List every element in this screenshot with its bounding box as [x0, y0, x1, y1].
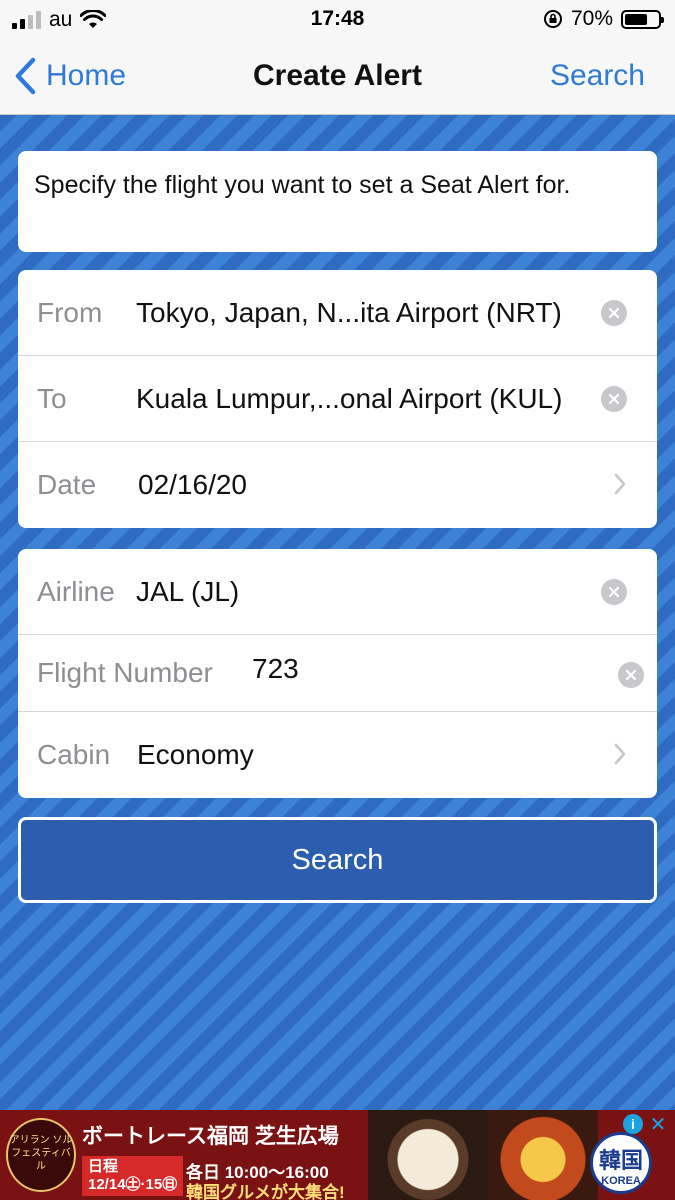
clear-from-button[interactable] [601, 299, 627, 326]
ad-korea-badge: 韓国 KOREA [590, 1132, 652, 1194]
flight-number-label: Flight Number [37, 657, 213, 688]
ad-tagline: 韓国グルメが大集合! [186, 1183, 345, 1200]
cabin-label: Cabin [37, 739, 111, 770]
cabin-row[interactable]: Cabin Economy [18, 712, 657, 798]
chevron-right-icon[interactable] [613, 472, 627, 496]
clear-icon [608, 393, 620, 404]
ad-date-tag: 日程 12/14㊏·15㊐ [82, 1156, 184, 1196]
chevron-left-icon [15, 57, 36, 95]
ad-badge-main: 韓国 [598, 1148, 643, 1173]
status-bar: au 17:48 70% [0, 0, 675, 38]
to-value[interactable]: Kuala Lumpur,...onal Airport (KUL) [136, 383, 562, 415]
main-content: Specify the flight you want to set a Sea… [0, 115, 675, 1110]
from-row[interactable]: From Tokyo, Japan, N...ita Airport (NRT) [18, 270, 657, 356]
battery-percent: 70% [570, 7, 613, 30]
ad-badge-sub: KOREA [601, 1175, 641, 1187]
intro-text: Specify the flight you want to set a Sea… [34, 171, 571, 199]
status-right: 70% [543, 7, 664, 31]
ad-food-image [368, 1110, 488, 1200]
cabin-value: Economy [137, 739, 254, 770]
ad-date-tag-dates: 12/14㊏·15㊐ [88, 1176, 178, 1193]
clear-icon [608, 586, 620, 597]
flight-number-row[interactable]: Flight Number 723 [18, 635, 657, 712]
back-button[interactable]: Home [14, 57, 126, 95]
battery-level [625, 13, 648, 25]
ad-logo: アリラン ソル フェスティバル [6, 1118, 76, 1192]
battery-icon [621, 9, 664, 29]
to-label: To [37, 382, 67, 414]
ad-food-image [488, 1110, 598, 1200]
clear-airline-button[interactable] [601, 578, 627, 605]
nav-search-button[interactable]: Search [550, 59, 645, 93]
date-row[interactable]: Date 02/16/20 [18, 442, 657, 528]
flight-card: Airline JAL (JL) Flight Number 723 Cabin… [18, 549, 657, 798]
route-card: From Tokyo, Japan, N...ita Airport (NRT)… [18, 270, 657, 528]
intro-card: Specify the flight you want to set a Sea… [18, 151, 657, 252]
date-value: 02/16/20 [138, 469, 247, 500]
date-label: Date [37, 469, 97, 500]
from-value[interactable]: Tokyo, Japan, N...ita Airport (NRT) [136, 297, 562, 329]
clear-to-button[interactable] [601, 385, 627, 412]
clear-icon [625, 669, 637, 681]
airline-value[interactable]: JAL (JL) [136, 576, 239, 608]
search-button[interactable]: Search [18, 817, 657, 903]
navigation-bar: Home Create Alert Search [0, 38, 675, 115]
ad-info-icon[interactable]: i [623, 1114, 643, 1134]
ad-date-tag-label: 日程 [88, 1158, 119, 1175]
to-row[interactable]: To Kuala Lumpur,...onal Airport (KUL) [18, 356, 657, 442]
airline-row[interactable]: Airline JAL (JL) [18, 549, 657, 635]
chevron-right-icon[interactable] [613, 742, 627, 766]
orientation-lock-icon [543, 10, 562, 28]
from-label: From [37, 296, 103, 328]
ad-close-icon[interactable]: ✕ [647, 1114, 669, 1136]
clear-icon [608, 307, 620, 318]
clear-flight-number-button[interactable] [618, 662, 644, 688]
ad-banner[interactable]: アリラン ソル フェスティバル ボートレース福岡 芝生広場 日程 12/14㊏·… [0, 1110, 675, 1200]
ad-title: ボートレース福岡 芝生広場 [82, 1125, 339, 1148]
airline-label: Airline [37, 575, 115, 607]
back-label: Home [46, 59, 127, 92]
flight-number-input[interactable]: 723 [252, 653, 299, 685]
